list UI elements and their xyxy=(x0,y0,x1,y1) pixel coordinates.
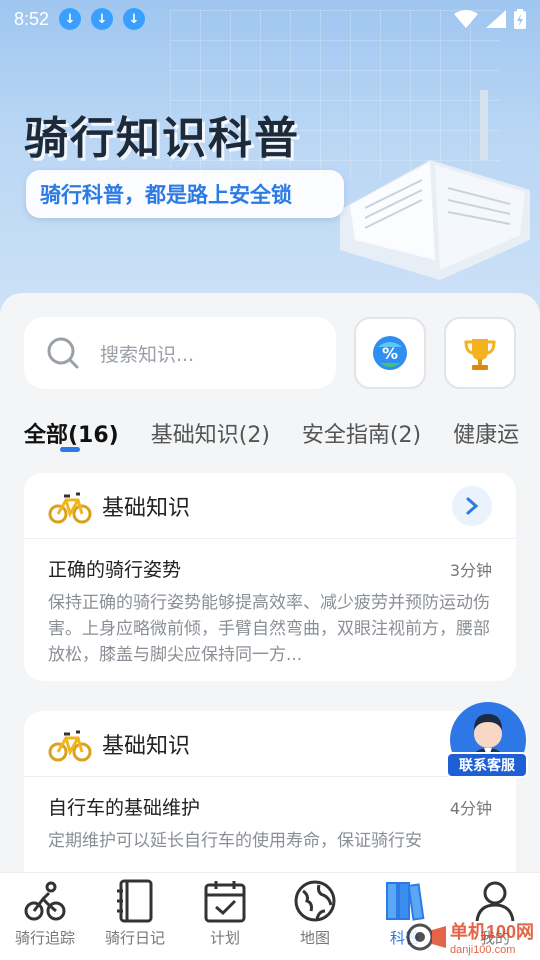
hero-banner: 8:52 ↓ ↓ ↓ 骑行知识科普 骑行科普，都是路上安全锁 xyxy=(0,0,540,330)
bike-icon xyxy=(24,881,66,921)
article-read-time: 3分钟 xyxy=(449,560,492,580)
hero-title: 骑行知识科普 xyxy=(24,113,300,164)
article-row[interactable]: 正确的骑行姿势 3分钟 xyxy=(24,539,516,582)
download-icon: ↓ xyxy=(91,8,114,30)
nav-ride-tracking[interactable]: 骑行追踪 xyxy=(0,873,90,960)
svg-text:%: % xyxy=(382,344,398,363)
trophy-button[interactable] xyxy=(444,317,516,389)
article-title[interactable]: 正确的骑行姿势 xyxy=(48,555,181,582)
watermark-logo-icon xyxy=(406,923,446,951)
category-tabs: 全部(16) 基础知识(2) 安全指南(2) 健康运 xyxy=(24,411,540,455)
tab-safety[interactable]: 安全指南(2) xyxy=(302,417,421,449)
card-header: 基础知识 xyxy=(24,473,516,539)
watermark-text-block: 单机100网 danji100.com xyxy=(450,918,534,956)
search-icon xyxy=(47,337,79,369)
status-time: 8:52 xyxy=(14,8,50,29)
card-header: 基础知识 xyxy=(24,711,516,777)
nav-plan[interactable]: 计划 xyxy=(180,873,270,960)
status-bar: 8:52 ↓ ↓ ↓ xyxy=(0,0,540,38)
contact-service-button[interactable]: 联系客服 xyxy=(446,752,528,778)
knowledge-card[interactable]: 基础知识 自行车的基础维护 4分钟 定期维护可以延长自行车的使用寿命，保证骑行安 xyxy=(24,711,516,873)
trophy-icon xyxy=(464,339,496,370)
nav-label: 骑行日记 xyxy=(104,929,165,947)
article-summary: 定期维护可以延长自行车的使用寿命，保证骑行安 xyxy=(48,831,422,850)
chevron-right-icon xyxy=(466,497,479,514)
calendar-check-icon xyxy=(204,881,246,923)
card-category: 基础知识 xyxy=(102,495,191,521)
globe-icon xyxy=(294,880,336,922)
nav-label: 骑行追踪 xyxy=(14,929,75,947)
battery-icon xyxy=(514,9,526,29)
watermark-text: 单机100网 xyxy=(449,922,534,942)
person-icon xyxy=(475,881,515,922)
watermark-url: danji100.com xyxy=(449,944,516,956)
download-icon: ↓ xyxy=(59,8,82,30)
nav-label: 地图 xyxy=(299,929,330,947)
search-box[interactable]: 搜索知识... xyxy=(24,317,336,389)
signal-icon xyxy=(486,10,506,28)
article-summary: 保持正确的骑行姿势能够提高效率、减少疲劳并预防运动伤害。上身应略微前倾，手臂自然… xyxy=(48,593,490,665)
article-row[interactable]: 自行车的基础维护 4分钟 xyxy=(24,777,516,820)
tab-basics[interactable]: 基础知识(2) xyxy=(151,417,270,449)
hero-subtitle: 骑行科普，都是路上安全锁 xyxy=(26,170,344,218)
article-read-time: 4分钟 xyxy=(449,798,492,818)
open-book-illustration xyxy=(340,90,530,280)
card-category: 基础知识 xyxy=(102,733,191,759)
bike-icon xyxy=(48,492,92,523)
nav-map[interactable]: 地图 xyxy=(270,873,360,960)
tab-all[interactable]: 全部(16) xyxy=(24,417,119,449)
wifi-icon xyxy=(454,10,478,28)
knowledge-card[interactable]: 基础知识 正确的骑行姿势 3分钟 保持正确的骑行姿势能够提高效率、减少疲劳并预防… xyxy=(24,473,516,681)
discount-button[interactable]: % xyxy=(354,317,426,389)
tab-health[interactable]: 健康运 xyxy=(453,417,519,449)
books-icon xyxy=(386,882,425,921)
search-input[interactable]: 搜索知识... xyxy=(100,340,194,367)
knowledge-panel: 搜索知识... % 全部(16) 基础知识(2) 安全指南(2) 健康运 基础知… xyxy=(0,293,540,873)
discount-icon: % xyxy=(373,336,407,370)
nav-label: 计划 xyxy=(209,929,240,947)
bike-icon xyxy=(48,730,92,761)
notebook-icon xyxy=(117,879,153,923)
card-more-button[interactable] xyxy=(452,485,492,526)
article-title[interactable]: 自行车的基础维护 xyxy=(48,793,200,820)
nav-ride-diary[interactable]: 骑行日记 xyxy=(90,873,180,960)
active-tab-indicator xyxy=(60,447,80,452)
download-icon: ↓ xyxy=(123,8,146,30)
site-watermark: 单机100网 danji100.com xyxy=(406,918,534,956)
